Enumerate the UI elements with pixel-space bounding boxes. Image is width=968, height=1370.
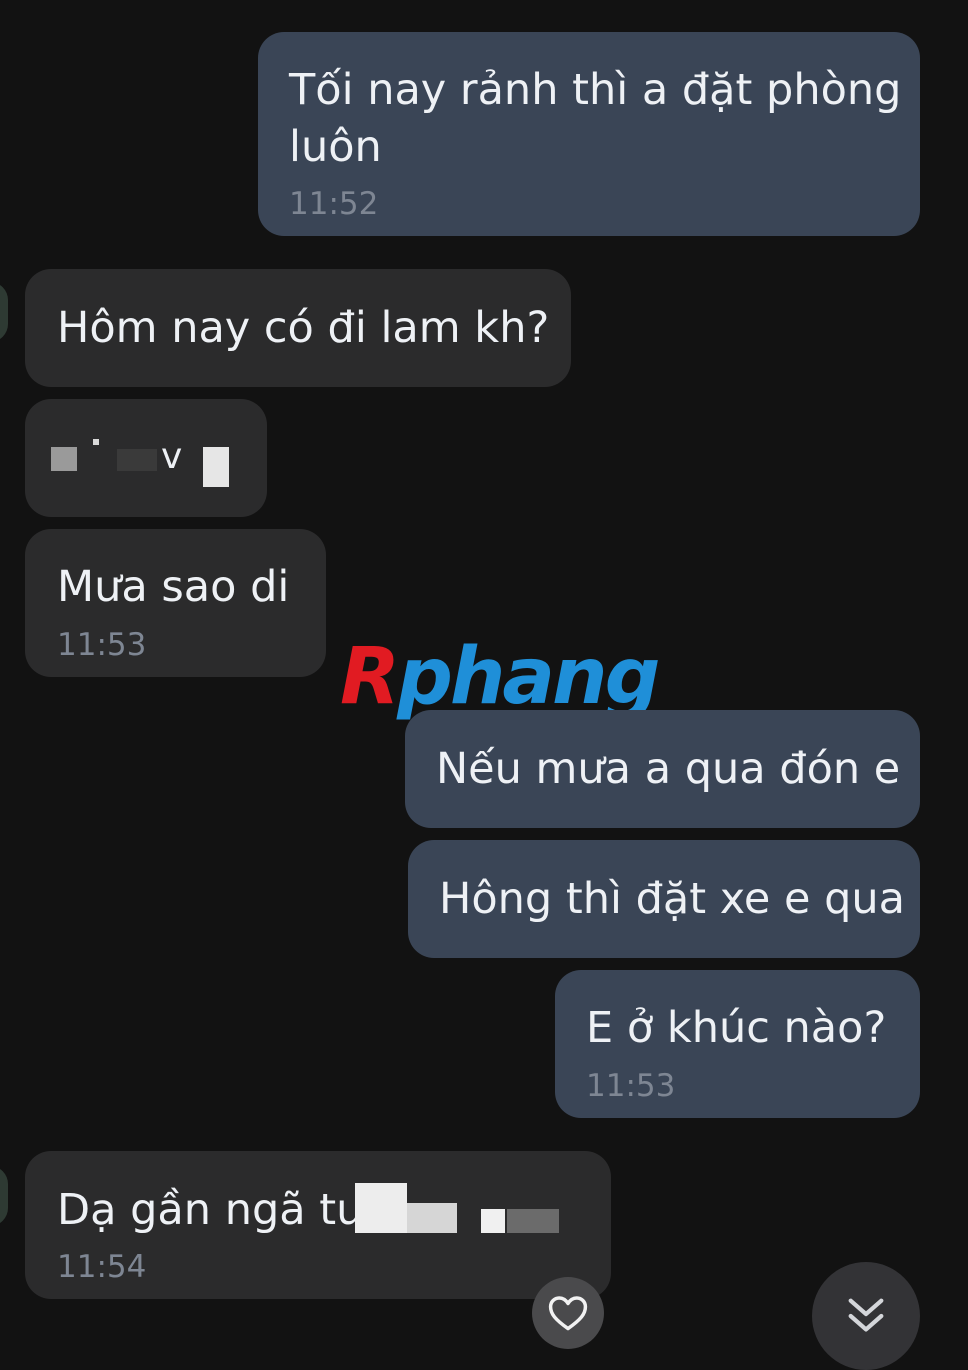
message-text: E ở khúc nào? bbox=[586, 1003, 887, 1053]
censor-block bbox=[407, 1203, 457, 1233]
double-chevron-down-icon bbox=[848, 1298, 884, 1332]
watermark-letter: R bbox=[340, 632, 400, 722]
censor-block bbox=[203, 447, 229, 487]
censor-block bbox=[93, 439, 99, 445]
message-text: Tối nay rảnh thì a đặt phòng bbox=[289, 65, 902, 115]
message-bubble-received[interactable]: Mưa sao di 11:53 bbox=[25, 529, 326, 677]
message-text: luôn bbox=[289, 122, 382, 172]
message-bubble-sent[interactable]: Hông thì đặt xe e qua bbox=[408, 840, 920, 958]
watermark-logo: Rphang bbox=[340, 632, 660, 722]
scroll-to-bottom-button[interactable] bbox=[812, 1262, 920, 1370]
message-bubble-sent[interactable]: E ở khúc nào? 11:53 bbox=[555, 970, 920, 1118]
sender-avatar[interactable] bbox=[0, 282, 8, 342]
sender-avatar[interactable] bbox=[0, 1166, 8, 1226]
message-bubble-received[interactable]: Dạ gần ngã tư 11:54 bbox=[25, 1151, 611, 1299]
message-text: Hôm nay có đi lam kh? bbox=[57, 303, 550, 353]
censor-block bbox=[51, 447, 77, 471]
censor-block bbox=[355, 1183, 407, 1233]
message-text: v bbox=[161, 436, 183, 477]
censor-block bbox=[507, 1209, 559, 1233]
message-text: Nếu mưa a qua đón e bbox=[436, 744, 901, 794]
message-text: Hông thì đặt xe e qua bbox=[439, 874, 906, 924]
message-bubble-received[interactable]: v bbox=[25, 399, 267, 517]
message-bubble-sent[interactable]: Tối nay rảnh thì a đặt phòng luôn 11:52 bbox=[258, 32, 920, 236]
message-text: Mưa sao di bbox=[57, 562, 290, 612]
message-bubble-sent[interactable]: Nếu mưa a qua đón e bbox=[405, 710, 920, 828]
censor-block bbox=[481, 1209, 505, 1233]
message-timestamp: 11:53 bbox=[57, 627, 147, 663]
message-timestamp: 11:52 bbox=[289, 186, 379, 222]
like-button[interactable] bbox=[532, 1277, 604, 1349]
message-timestamp: 11:53 bbox=[586, 1068, 676, 1104]
censor-block bbox=[117, 449, 157, 471]
watermark-text: phang bbox=[397, 632, 660, 722]
message-timestamp: 11:54 bbox=[57, 1249, 147, 1285]
message-text: Dạ gần ngã tư bbox=[57, 1185, 364, 1235]
heart-icon bbox=[548, 1296, 588, 1331]
message-bubble-received[interactable]: Hôm nay có đi lam kh? bbox=[25, 269, 571, 387]
